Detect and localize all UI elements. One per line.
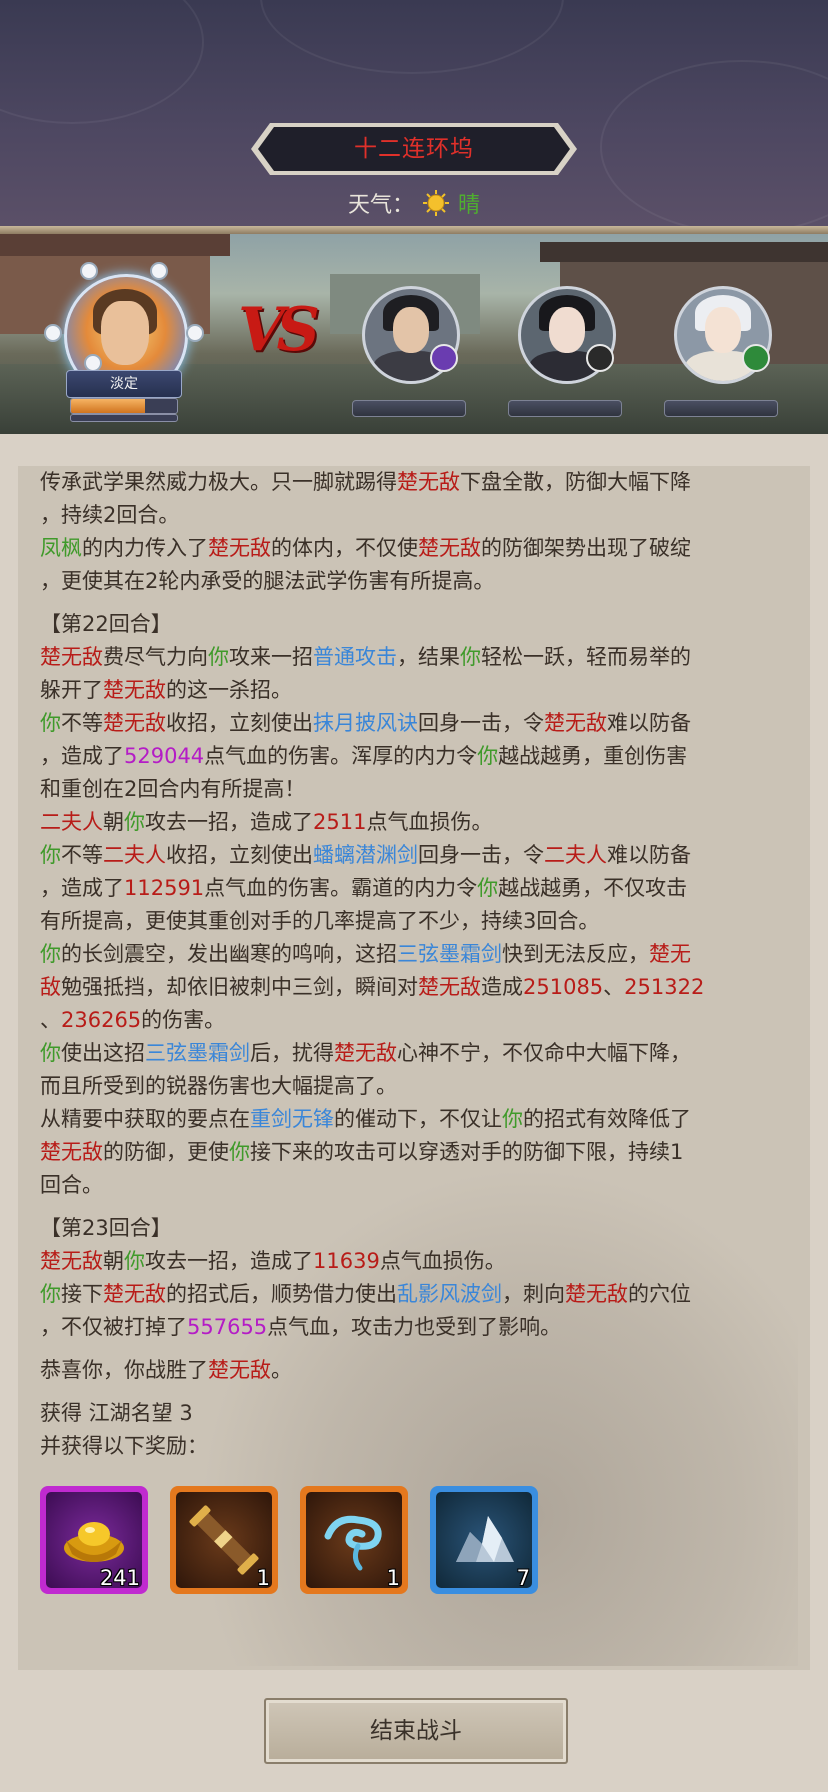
enemy-2-yinyang-badge-icon xyxy=(586,344,614,372)
log-line: 而且所受到的锐器伤害也大幅提高了。 xyxy=(40,1074,397,1098)
log-line: 你使出这招三弦墨霜剑后，扰得楚无敌心神不宁，不仅命中大幅下降， xyxy=(40,1041,691,1065)
end-battle-button[interactable]: 结束战斗 xyxy=(264,1698,568,1764)
log-line: ，更使其在2轮内承受的腿法武学伤害有所提高。 xyxy=(40,569,495,593)
reward-count: 1 xyxy=(256,1566,270,1590)
log-line: 有所提高，更使其重创对手的几率提高了不少，持续3回合。 xyxy=(40,909,600,933)
battle-log: 传承武学果然威力极大。只一脚就踢得楚无敌下盘全散，防御大幅下降 ，持续2回合。 … xyxy=(40,466,800,1463)
enemy-1-hp-bar xyxy=(352,400,466,417)
log-line: 楚无敌的防御，更使你接下来的攻击可以穿透对手的防御下限，持续1 xyxy=(40,1140,684,1164)
victory-line: 恭喜你，你战胜了楚无敌。 xyxy=(40,1358,292,1382)
reputation-line: 获得 江湖名望 3 xyxy=(40,1401,193,1425)
background-roof xyxy=(540,242,828,262)
log-line: 敌勉强抵挡，却依旧被刺中三剑，瞬间对楚无敌造成251085、251322 xyxy=(40,975,705,999)
log-line: 你接下楚无敌的招式后，顺势借力使出乱影风波剑，刺向楚无敌的穴位 xyxy=(40,1282,691,1306)
log-line: 传承武学果然威力极大。只一脚就踢得楚无敌下盘全散，防御大幅下降 xyxy=(40,470,691,494)
reward-list: 241 1 1 7 xyxy=(40,1486,538,1594)
log-line: 你不等楚无敌收招，立刻使出抹月披风诀回身一击，令楚无敌难以防备 xyxy=(40,711,691,735)
sun-icon xyxy=(423,190,449,216)
reward-count: 1 xyxy=(386,1566,400,1590)
weather-label: 天气： xyxy=(347,193,414,218)
log-line: ，造成了112591点气血的伤害。霸道的内力令你越战越勇，不仅攻击 xyxy=(40,876,688,900)
enemy-1-sect-badge-icon xyxy=(430,344,458,372)
log-line: 凤枫的内力传入了楚无敌的体内，不仅使楚无敌的防御架势出现了破绽 xyxy=(40,536,691,560)
reward-item[interactable]: 241 xyxy=(40,1486,148,1594)
player-mp-bar xyxy=(70,414,178,422)
location-title-plate: 十二连环坞 xyxy=(250,122,578,176)
enemy-2-hp-bar xyxy=(508,400,622,417)
header-border xyxy=(0,226,828,234)
log-line: 、236265的伤害。 xyxy=(40,1008,226,1032)
log-line: 和重创在2回合内有所提高！ xyxy=(40,777,306,801)
rewards-intro: 并获得以下奖励： xyxy=(40,1434,208,1458)
log-line: 二夫人朝你攻去一招，造成了2511点气血损伤。 xyxy=(40,810,493,834)
log-line: ，不仅被打掉了557655点气血，攻击力也受到了影响。 xyxy=(40,1315,562,1339)
log-line: 从精要中获取的要点在重剑无锋的催动下，不仅让你的招式有效降低了 xyxy=(40,1107,691,1131)
round-header: 【第23回合】 xyxy=(40,1216,172,1240)
reward-item[interactable]: 1 xyxy=(170,1486,278,1594)
player-face xyxy=(101,301,149,365)
weather-row: 天气： 晴 xyxy=(0,186,828,220)
spirit-orb-icon xyxy=(186,324,204,342)
player-hp-fill xyxy=(71,399,146,413)
log-line: 回合。 xyxy=(40,1173,103,1197)
reward-count: 7 xyxy=(516,1566,530,1590)
player-hp-bar xyxy=(70,398,178,414)
log-line: 楚无敌朝你攻去一招，造成了11639点气血损伤。 xyxy=(40,1249,506,1273)
reward-item[interactable]: 1 xyxy=(300,1486,408,1594)
log-line: ，持续2回合。 xyxy=(40,503,180,527)
spirit-orb-icon xyxy=(80,262,98,280)
spirit-orb-icon xyxy=(150,262,168,280)
log-line: 躲开了楚无敌的这一杀招。 xyxy=(40,678,292,702)
log-line: ，造成了529044点气血的伤害。浑厚的内力令你越战越勇，重创伤害 xyxy=(40,744,688,768)
background-roof xyxy=(0,234,230,256)
location-title: 十二连环坞 xyxy=(354,136,474,162)
player-status-label: 淡定 xyxy=(66,370,182,398)
log-line: 你不等二夫人收招，立刻使出蟠螭潜渊剑回身一击，令二夫人难以防备 xyxy=(40,843,691,867)
reward-count: 241 xyxy=(99,1566,140,1590)
log-line: 楚无敌费尽气力向你攻来一招普通攻击，结果你轻松一跃，轻而易举的 xyxy=(40,645,691,669)
enemy-face xyxy=(549,307,585,353)
decorative-cloud xyxy=(0,0,204,124)
spirit-orb-icon xyxy=(44,324,62,342)
vs-mark: VS xyxy=(238,295,320,365)
enemy-face xyxy=(705,307,741,353)
weather-value: 晴 xyxy=(458,193,481,218)
reward-item[interactable]: 7 xyxy=(430,1486,538,1594)
round-header: 【第22回合】 xyxy=(40,612,172,636)
header: 十二连环坞 天气： 晴 xyxy=(0,0,828,228)
enemy-face xyxy=(393,307,429,353)
enemy-3-sect-badge-icon xyxy=(742,344,770,372)
battle-log-panel[interactable]: 传承武学果然威力极大。只一脚就踢得楚无敌下盘全散，防御大幅下降 ，持续2回合。 … xyxy=(18,466,810,1670)
log-line: 你的长剑震空，发出幽寒的鸣响，这招三弦墨霜剑快到无法反应，楚无 xyxy=(40,942,691,966)
enemy-3-hp-bar xyxy=(664,400,778,417)
decorative-cloud xyxy=(260,0,564,74)
